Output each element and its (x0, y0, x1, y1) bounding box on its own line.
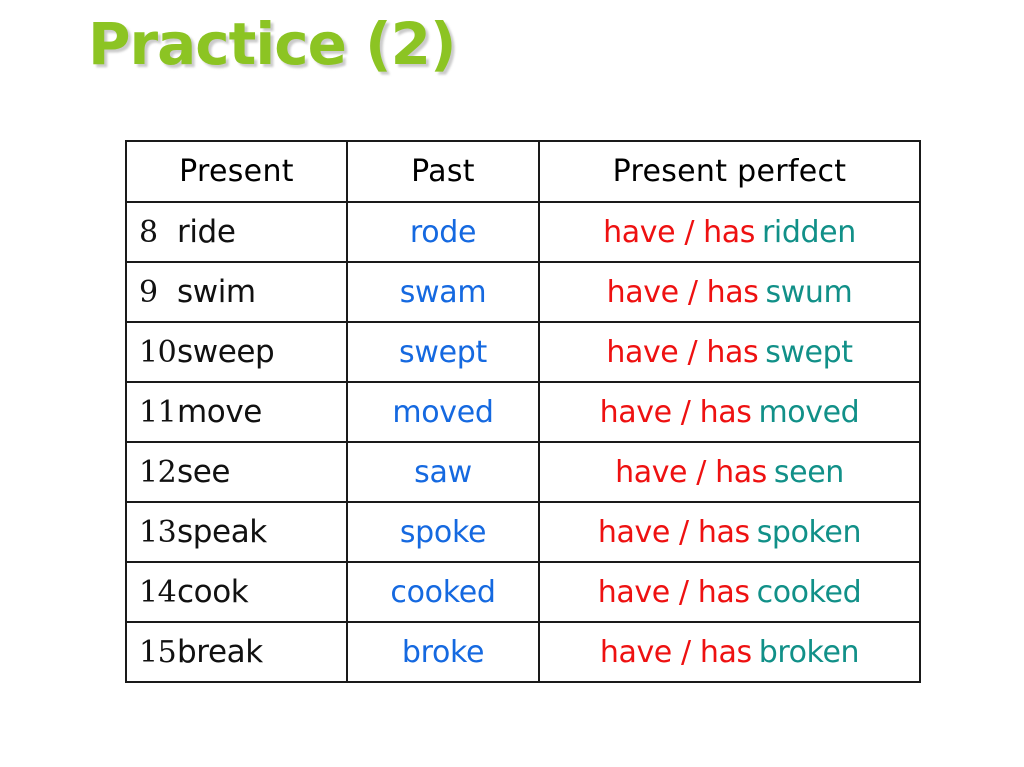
cell-present-perfect: have / has broken (538, 621, 921, 683)
cell-present: 12see (125, 441, 348, 503)
page-title: Practice (2) (88, 10, 457, 78)
auxiliary-have-has: have / has (603, 214, 755, 250)
present-verb: swim (177, 274, 256, 310)
cell-present-perfect: have / has ridden (538, 201, 921, 263)
present-verb: cook (177, 574, 249, 610)
row-number: 11 (139, 395, 177, 430)
past-participle: swum (765, 274, 853, 310)
present-verb: ride (177, 214, 236, 250)
auxiliary-have-has: have / has (606, 274, 759, 310)
present-verb: speak (177, 514, 267, 550)
past-participle: seen (773, 454, 844, 490)
auxiliary-have-has: have / has (599, 634, 752, 670)
cell-present-perfect: have / has seen (538, 441, 921, 503)
cell-past: moved (346, 381, 540, 443)
table-row: 13speak spoke have / has spoken (125, 501, 921, 563)
irregular-verbs-table: Present Past Present perfect 8 ride rode ha… (125, 140, 921, 683)
row-number: 13 (139, 515, 177, 550)
cell-past: swept (346, 321, 540, 383)
table-row: 8 ride rode have / has ridden (125, 201, 921, 263)
cell-present: 9 swim (125, 261, 348, 323)
row-number: 8 (139, 215, 158, 250)
auxiliary-have-has: have / has (597, 574, 750, 610)
auxiliary-have-has: have / has (599, 394, 752, 430)
cell-past: saw (346, 441, 540, 503)
present-verb: break (177, 634, 263, 670)
row-number: 10 (139, 335, 177, 370)
column-header-present-perfect: Present perfect (538, 140, 921, 203)
cell-present-perfect: have / has cooked (538, 561, 921, 623)
cell-past: spoke (346, 501, 540, 563)
past-participle: cooked (756, 574, 862, 610)
cell-present: 13speak (125, 501, 348, 563)
auxiliary-have-has: have / has (606, 334, 759, 370)
auxiliary-have-has: have / has (597, 514, 750, 550)
column-header-past: Past (346, 140, 540, 203)
cell-present-perfect: have / has swept (538, 321, 921, 383)
past-participle: swept (765, 334, 853, 370)
past-participle: ridden (762, 214, 856, 250)
row-number: 15 (139, 635, 177, 670)
table-row: 11move moved have / has moved (125, 381, 921, 443)
table-row: 9 swim swam have / has swum (125, 261, 921, 323)
cell-present: 15break (125, 621, 348, 683)
past-participle: spoken (756, 514, 862, 550)
cell-past: cooked (346, 561, 540, 623)
cell-present: 14cook (125, 561, 348, 623)
cell-present: 10sweep (125, 321, 348, 383)
cell-present-perfect: have / has spoken (538, 501, 921, 563)
cell-past: swam (346, 261, 540, 323)
table-row: 12see saw have / has seen (125, 441, 921, 503)
auxiliary-have-has: have / has (615, 454, 767, 490)
cell-present: 11move (125, 381, 348, 443)
column-header-present: Present (125, 140, 348, 203)
row-number: 12 (139, 455, 177, 490)
cell-present-perfect: have / has moved (538, 381, 921, 443)
table-row: 14cook cooked have / has cooked (125, 561, 921, 623)
cell-past: rode (346, 201, 540, 263)
present-verb: move (177, 394, 262, 430)
present-verb: sweep (177, 334, 275, 370)
cell-past: broke (346, 621, 540, 683)
table-body: 8 ride rode have / has ridden 9 swim swam have /… (125, 201, 921, 683)
table-row: 10sweep swept have / has swept (125, 321, 921, 383)
past-participle: moved (758, 394, 860, 430)
row-number: 9 (139, 275, 158, 310)
cell-present-perfect: have / has swum (538, 261, 921, 323)
cell-present: 8 ride (125, 201, 348, 263)
past-participle: broken (758, 634, 860, 670)
table-row: 15break broke have / has broken (125, 621, 921, 683)
table-header-row: Present Past Present perfect (125, 140, 921, 203)
row-number: 14 (139, 575, 177, 610)
present-verb: see (177, 454, 231, 490)
